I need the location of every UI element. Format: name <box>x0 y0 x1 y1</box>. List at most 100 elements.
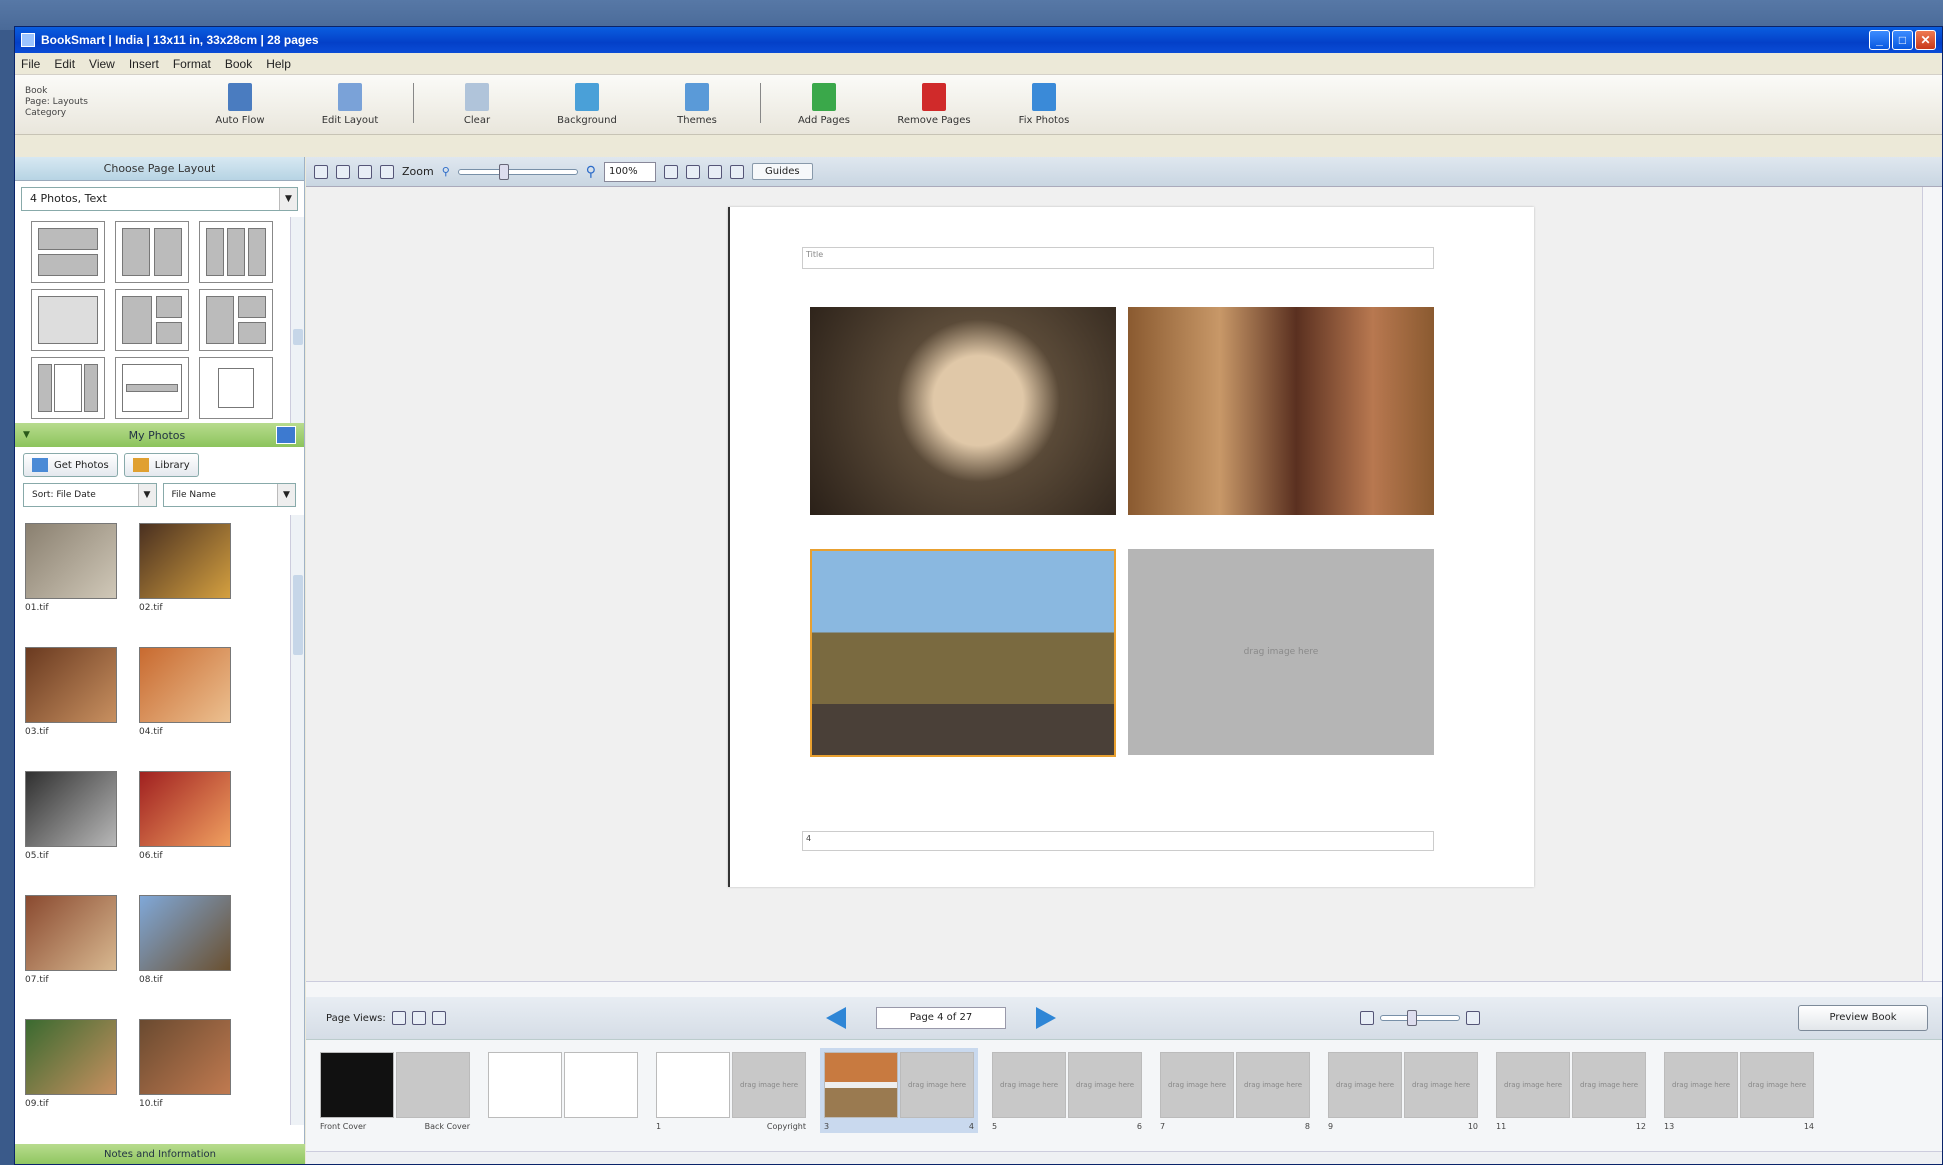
canvas-horizontal-scrollbar[interactable] <box>306 981 1942 997</box>
fix-photos-button[interactable]: Fix Photos <box>989 83 1099 126</box>
page-thumbnail[interactable] <box>824 1052 898 1118</box>
arrange-icon[interactable] <box>708 164 723 179</box>
photo-thumbnail-image[interactable] <box>25 1019 117 1095</box>
edit-layout-button[interactable]: Edit Layout <box>295 83 405 126</box>
previous-page-icon[interactable] <box>826 1007 846 1029</box>
thumbnail-size-slider[interactable] <box>1380 1010 1460 1026</box>
layout-thumb[interactable] <box>115 289 189 351</box>
sort-select[interactable]: Sort: File Date ▼ <box>23 483 157 507</box>
layout-thumb[interactable] <box>199 221 273 283</box>
layout-thumb[interactable] <box>199 357 273 419</box>
thumbnail-slider-knob[interactable] <box>1407 1010 1417 1026</box>
page-thumbnail[interactable]: drag image here <box>1236 1052 1310 1118</box>
page-thumbnail[interactable]: drag image here <box>1740 1052 1814 1118</box>
thumbnail-zoom-out-icon[interactable] <box>1360 1011 1374 1025</box>
photo-thumbnail-image[interactable] <box>139 523 231 599</box>
auto-flow-button[interactable]: Auto Flow <box>185 83 295 126</box>
page-title-textbox[interactable]: Title <box>802 247 1434 269</box>
layout-thumb[interactable] <box>31 357 105 419</box>
page-thumbnail[interactable]: drag image here <box>732 1052 806 1118</box>
zoom-in-icon[interactable]: ⚲ <box>586 164 596 180</box>
page-thumbnail[interactable]: drag image here <box>1572 1052 1646 1118</box>
photo-thumbnail-image[interactable] <box>25 771 117 847</box>
photo-thumbnail-image[interactable] <box>139 771 231 847</box>
photo-frame[interactable] <box>1128 307 1434 515</box>
maximize-button[interactable]: □ <box>1892 30 1913 50</box>
minimize-button[interactable]: _ <box>1869 30 1890 50</box>
page-thumbnail[interactable]: drag image here <box>992 1052 1066 1118</box>
page-thumbnail[interactable] <box>564 1052 638 1118</box>
layout-thumb[interactable] <box>31 221 105 283</box>
rotate-right-icon[interactable] <box>336 164 350 179</box>
menu-help[interactable]: Help <box>266 57 291 71</box>
photo-thumbnail-image[interactable] <box>139 1019 231 1095</box>
photo-thumbnail[interactable]: 01.tif <box>25 523 125 647</box>
photo-frame-selected[interactable] <box>810 549 1116 757</box>
layout-scrollbar[interactable] <box>290 217 304 423</box>
zoom-slider[interactable] <box>457 163 578 180</box>
layout-filter-select[interactable]: 4 Photos, Text ▼ <box>21 187 298 211</box>
empty-photo-frame[interactable]: drag image here <box>1128 549 1434 755</box>
photo-thumbnail[interactable]: 02.tif <box>139 523 239 647</box>
zoom-slider-knob[interactable] <box>498 163 509 180</box>
page-thumbnail[interactable] <box>488 1052 562 1118</box>
page-spread-thumbnail[interactable]: drag image here drag image here 13 14 <box>1660 1048 1818 1133</box>
clear-button[interactable]: Clear <box>422 83 532 126</box>
fit-icon[interactable] <box>358 164 372 179</box>
photo-thumbnail-image[interactable] <box>25 647 117 723</box>
photo-thumbnail[interactable]: 04.tif <box>139 647 239 771</box>
menu-edit[interactable]: Edit <box>54 57 75 71</box>
photo-thumbnail[interactable]: 07.tif <box>25 895 125 1019</box>
layout-thumb[interactable] <box>115 221 189 283</box>
sort-order-select[interactable]: File Name ▼ <box>162 483 296 507</box>
page-indicator[interactable]: Page 4 of 27 <box>876 1007 1006 1029</box>
page-thumbnail[interactable] <box>396 1052 470 1118</box>
page-spread-thumbnail[interactable]: drag image here drag image here 9 10 <box>1324 1048 1482 1133</box>
page-thumbnail[interactable]: drag image here <box>1404 1052 1478 1118</box>
photos-scrollbar[interactable] <box>290 515 304 1125</box>
spread-view-icon[interactable] <box>411 1011 426 1025</box>
photo-thumbnail[interactable]: 08.tif <box>139 895 239 1019</box>
photo-thumbnail-image[interactable] <box>25 895 117 971</box>
menu-view[interactable]: View <box>89 57 115 71</box>
page-spread-thumbnail[interactable]: Front Cover Back Cover <box>316 1048 474 1133</box>
guides-button[interactable]: Guides <box>752 163 813 180</box>
photo-thumbnail-image[interactable] <box>139 647 231 723</box>
page-thumbnail[interactable]: drag image here <box>900 1052 974 1118</box>
photo-thumbnail-image[interactable] <box>25 523 117 599</box>
layout-thumb[interactable] <box>31 289 105 351</box>
align-icon[interactable] <box>686 164 701 179</box>
get-photos-button[interactable]: Get Photos <box>23 453 118 477</box>
photo-thumbnail[interactable]: 10.tif <box>139 1019 239 1125</box>
photo-thumbnail[interactable]: 03.tif <box>25 647 125 771</box>
page-thumbnail[interactable]: drag image here <box>1068 1052 1142 1118</box>
page-spread-thumbnail[interactable]: drag image here drag image here 7 8 <box>1156 1048 1314 1133</box>
close-button[interactable]: ✕ <box>1915 30 1936 50</box>
page-spread-thumbnail[interactable]: drag image here drag image here 5 6 <box>988 1048 1146 1133</box>
remove-pages-button[interactable]: Remove Pages <box>879 83 989 126</box>
popout-icon[interactable] <box>276 426 296 444</box>
grid-icon[interactable] <box>664 164 679 179</box>
page-thumbnail[interactable] <box>320 1052 394 1118</box>
menu-insert[interactable]: Insert <box>129 57 159 71</box>
zoom-out-icon[interactable]: ⚲ <box>442 165 450 178</box>
canvas-vertical-scrollbar[interactable] <box>1922 187 1942 981</box>
page-footer-textbox[interactable]: 4 <box>802 831 1434 851</box>
page-thumbnail[interactable]: drag image here <box>1496 1052 1570 1118</box>
themes-button[interactable]: Themes <box>642 83 752 126</box>
preview-book-button[interactable]: Preview Book <box>1798 1005 1928 1031</box>
menu-book[interactable]: Book <box>225 57 252 71</box>
menu-format[interactable]: Format <box>173 57 211 71</box>
page-spread-thumbnail[interactable]: drag image here 1 Copyright <box>652 1048 810 1133</box>
page-spread-thumbnail[interactable]: drag image here 3 4 <box>820 1048 978 1133</box>
layout-thumb[interactable] <box>199 289 273 351</box>
thumbnail-zoom-in-icon[interactable] <box>1466 1011 1480 1025</box>
single-page-view-icon[interactable] <box>391 1011 406 1025</box>
page-thumbnail[interactable]: drag image here <box>1328 1052 1402 1118</box>
page-thumbnail[interactable] <box>656 1052 730 1118</box>
grid-view-icon[interactable] <box>431 1011 446 1025</box>
page-spread-thumbnail[interactable] <box>484 1048 642 1124</box>
photo-thumbnail-image[interactable] <box>139 895 231 971</box>
photo-thumbnail[interactable]: 09.tif <box>25 1019 125 1125</box>
notes-info-bar[interactable]: Notes and Information <box>15 1144 305 1164</box>
